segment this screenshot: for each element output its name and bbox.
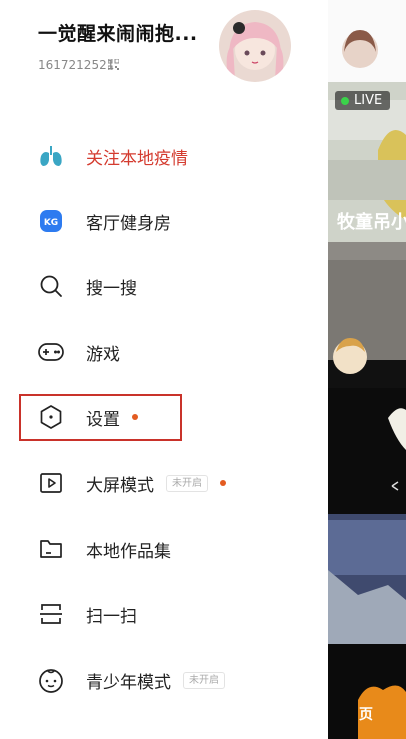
menu-item-label: 本地作品集 [86, 541, 171, 562]
user-id: 1617212521 [38, 58, 115, 72]
child-face-icon [38, 667, 64, 693]
menu-item-local-works[interactable]: 本地作品集 [38, 529, 171, 569]
side-drawer: 一觉醒来闹闹抱... 1617212521 关注本地疫情 KG 客厅健身房 搜一… [0, 0, 328, 739]
svg-text:KG: KG [44, 218, 58, 228]
avatar-image [219, 10, 291, 82]
play-screen-icon [38, 470, 64, 496]
menu-item-follow-local-epidemic[interactable]: 关注本地疫情 [38, 136, 188, 176]
menu-item-living-room-gym[interactable]: KG 客厅健身房 [38, 201, 171, 241]
status-badge: 未开启 [183, 671, 225, 689]
live-dot-icon [341, 96, 349, 105]
kg-icon: KG [38, 208, 64, 234]
gamepad-icon [38, 339, 64, 365]
menu-item-teen-mode[interactable]: 青少年模式 未开启 [38, 660, 225, 700]
menu-item-label: 大屏模式 [86, 475, 154, 496]
avatar[interactable] [219, 10, 291, 82]
status-badge: 未开启 [166, 474, 208, 492]
qr-code-icon[interactable] [108, 59, 119, 70]
menu-item-label: 关注本地疫情 [86, 148, 188, 169]
search-icon [38, 273, 64, 299]
menu-item-scan[interactable]: 扫一扫 [38, 594, 137, 634]
username[interactable]: 一觉醒来闹闹抱... [38, 19, 198, 46]
menu-item-label: 青少年模式 [86, 672, 171, 693]
menu-item-label: 搜一搜 [86, 278, 137, 299]
page-label: 页 [359, 707, 373, 723]
folder-icon [38, 536, 64, 562]
lungs-icon [38, 143, 64, 169]
live-badge: LIVE [335, 91, 391, 110]
menu-item-label: 游戏 [86, 344, 120, 365]
menu-item-games[interactable]: 游戏 [38, 332, 120, 372]
menu-item-big-screen[interactable]: 大屏模式 未开启 [38, 463, 226, 503]
settings-highlight-box [19, 394, 182, 441]
live-label: LIVE [354, 93, 383, 108]
menu-item-label: 客厅健身房 [86, 213, 171, 234]
background-feed[interactable]: LIVE 牧童吊小 页 [328, 0, 406, 739]
scan-icon [38, 601, 64, 627]
background-feed-art [328, 0, 406, 739]
menu-item-label: 扫一扫 [86, 606, 137, 627]
menu-item-search[interactable]: 搜一搜 [38, 266, 137, 306]
video-title: 牧童吊小 [337, 212, 406, 233]
new-dot-icon [220, 480, 226, 486]
